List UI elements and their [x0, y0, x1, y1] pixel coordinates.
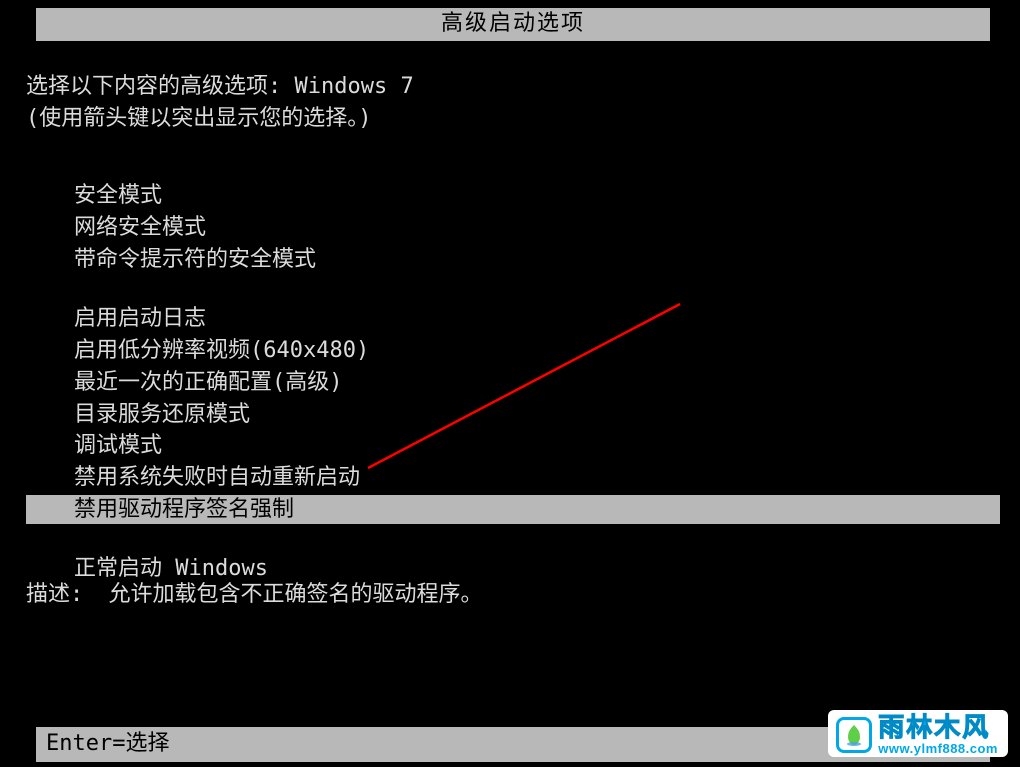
watermark-name: 雨林木风 [878, 714, 998, 740]
menu-item-debug-mode[interactable]: 调试模式 [36, 431, 1000, 461]
menu-item-ds-restore[interactable]: 目录服务还原模式 [36, 400, 1000, 430]
menu-item-disable-auto-restart[interactable]: 禁用系统失败时自动重新启动 [36, 463, 1000, 493]
watermark-icon [836, 717, 872, 753]
menu-item-disable-driver-sig[interactable]: 禁用驱动程序签名强制 [26, 495, 1000, 525]
description-block: 描述: 允许加载包含不正确签名的驱动程序。 [26, 580, 483, 610]
watermark-text: 雨林木风 www.ylmf888.com [878, 714, 998, 755]
hint-line: (使用箭头键以突出显示您的选择。) [26, 104, 1000, 134]
intro-line: 选择以下内容的高级选项: Windows 7 [26, 72, 1000, 102]
menu-item-low-res-video[interactable]: 启用低分辨率视频(640x480) [36, 336, 1000, 366]
boot-menu: 安全模式 网络安全模式 带命令提示符的安全模式 启用启动日志 启用低分辨率视频(… [36, 181, 1000, 584]
menu-item-safe-mode[interactable]: 安全模式 [36, 181, 1000, 211]
menu-spacer [36, 526, 1000, 554]
description-label: 描述: [26, 582, 83, 607]
menu-item-last-known-good[interactable]: 最近一次的正确配置(高级) [36, 368, 1000, 398]
menu-item-boot-logging[interactable]: 启用启动日志 [36, 304, 1000, 334]
description-text: 允许加载包含不正确签名的驱动程序。 [109, 582, 483, 607]
title-text: 高级启动选项 [441, 11, 585, 36]
enter-hint: Enter=选择 [46, 731, 169, 756]
menu-item-safe-mode-command[interactable]: 带命令提示符的安全模式 [36, 245, 1000, 275]
menu-spacer [36, 276, 1000, 304]
title-bar: 高级启动选项 [36, 8, 990, 41]
content-area: 选择以下内容的高级选项: Windows 7 (使用箭头键以突出显示您的选择。)… [26, 72, 1000, 586]
watermark-url: www.ylmf888.com [878, 742, 998, 755]
menu-item-safe-mode-networking[interactable]: 网络安全模式 [36, 213, 1000, 243]
watermark: 雨林木风 www.ylmf888.com [828, 710, 1008, 757]
